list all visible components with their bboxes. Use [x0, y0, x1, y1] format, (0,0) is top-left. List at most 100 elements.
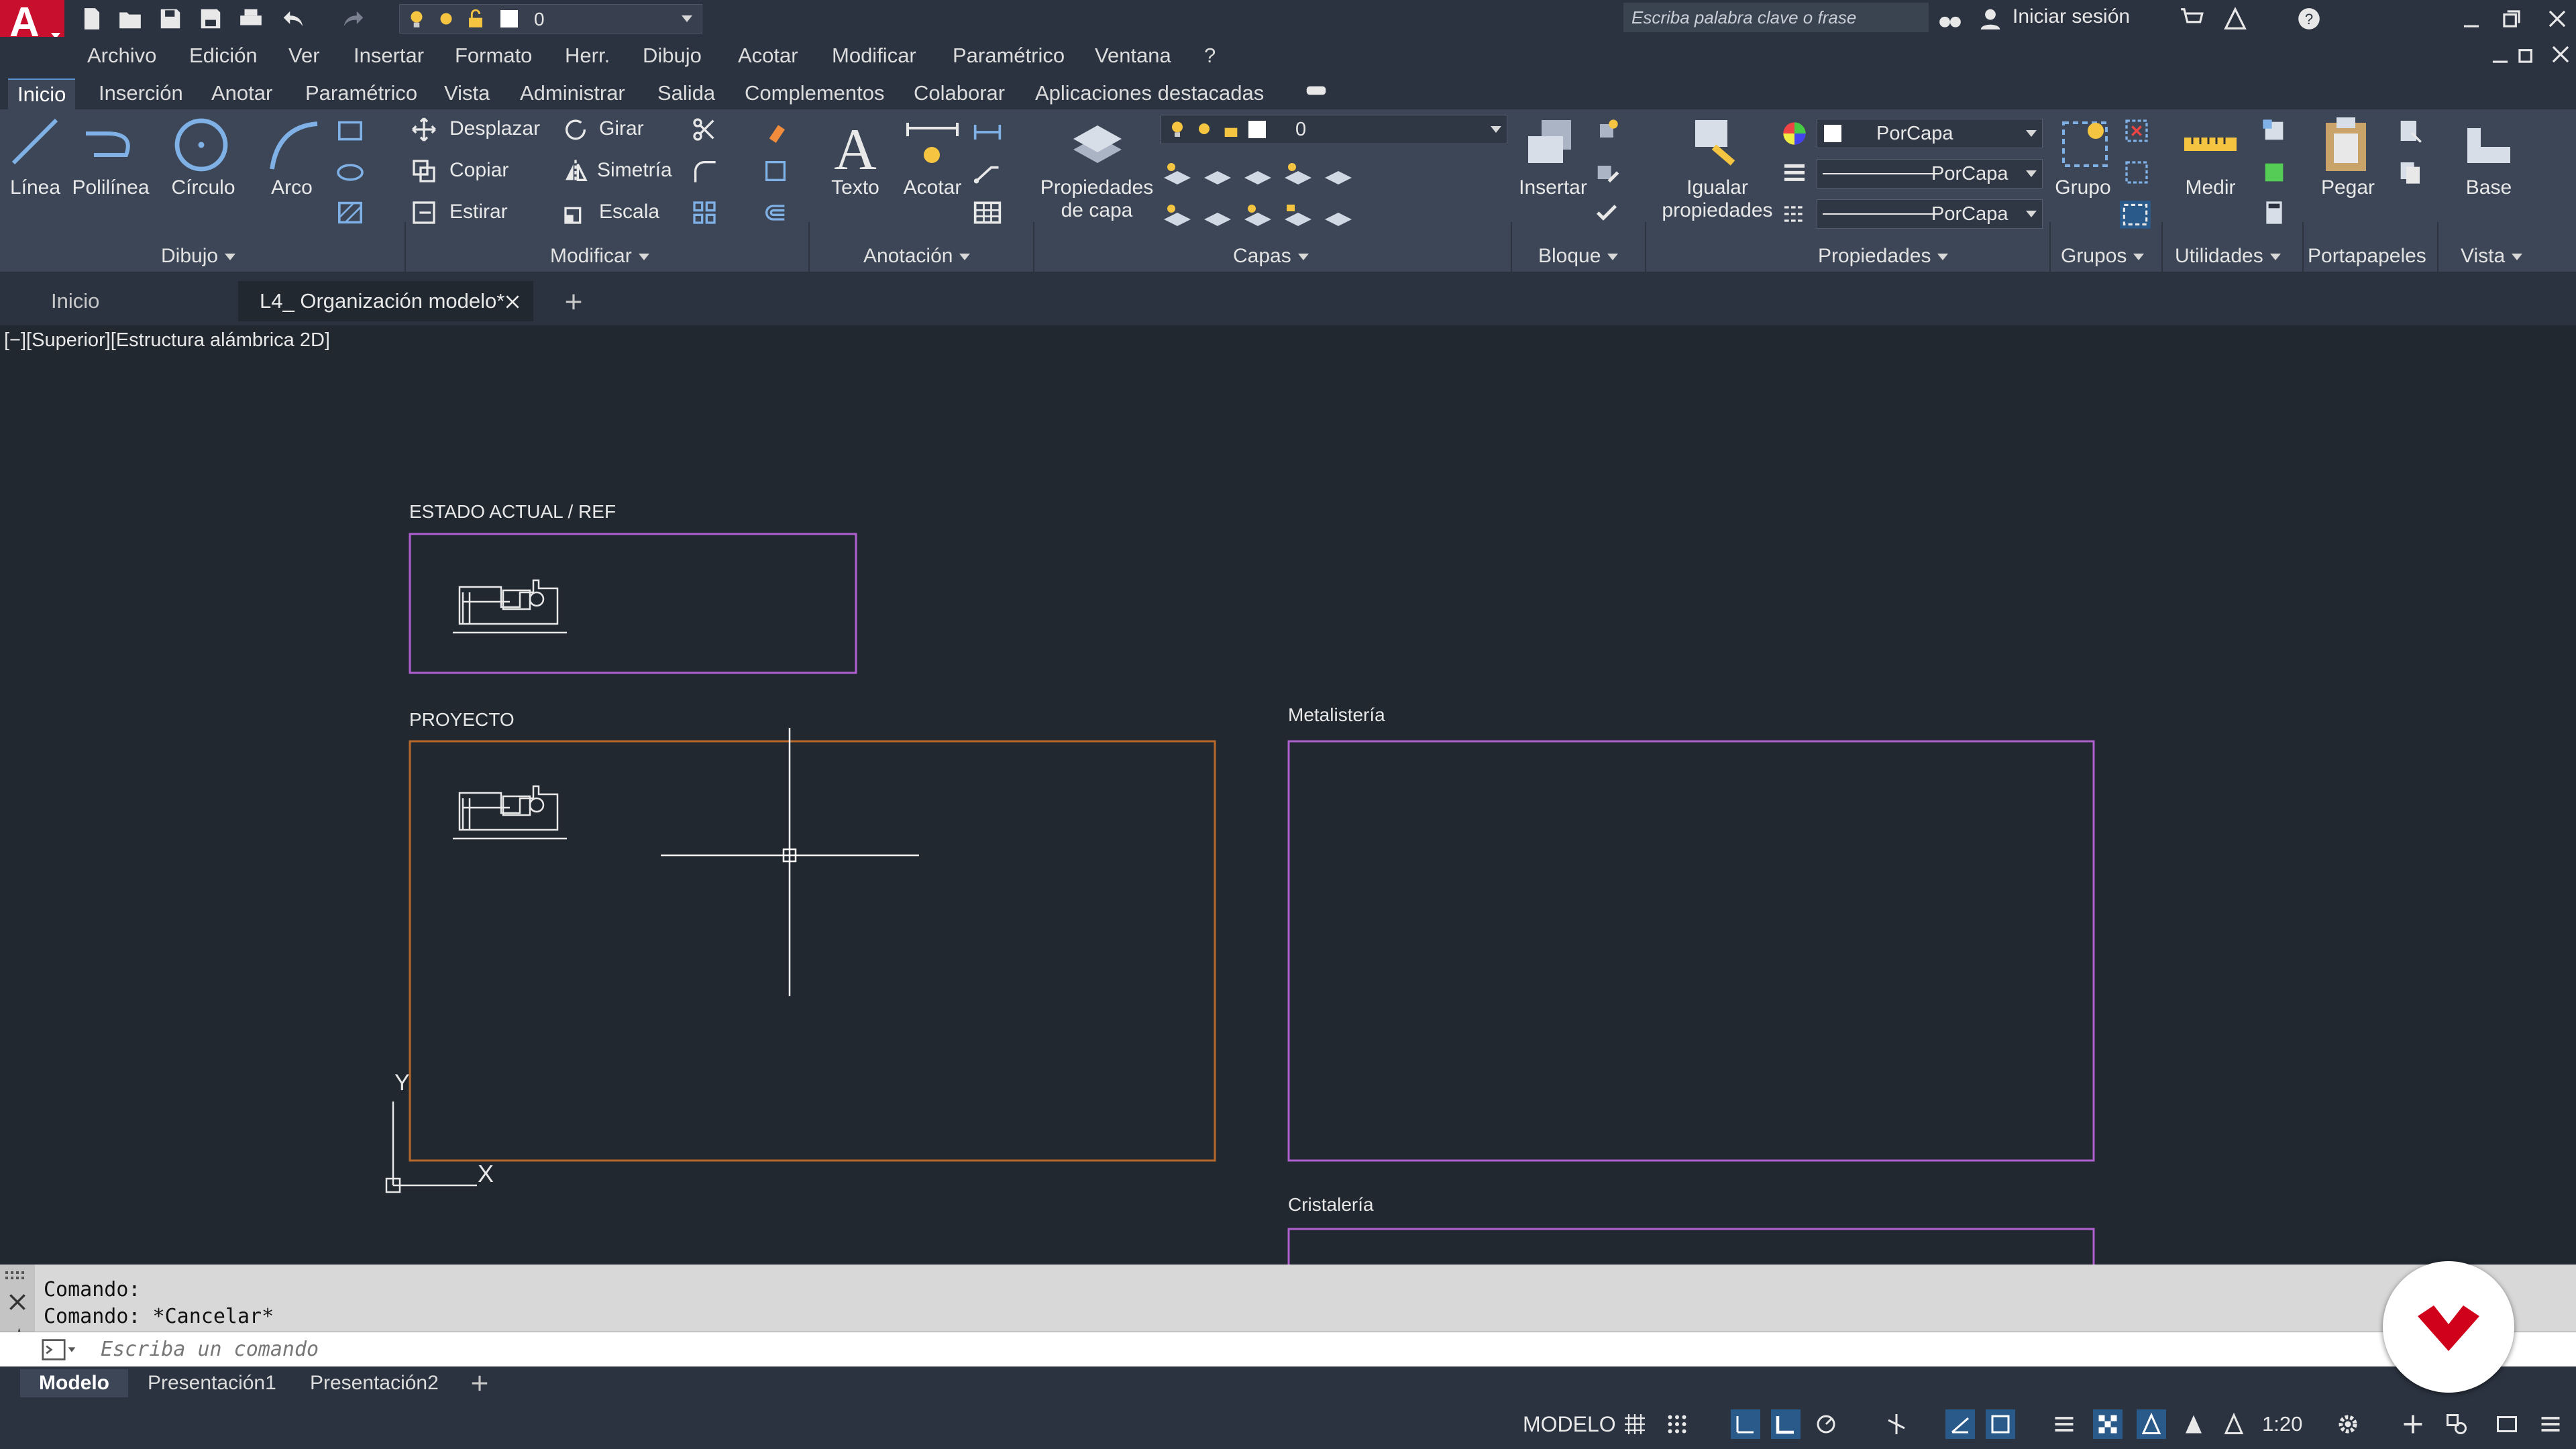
command-close-icon[interactable] — [7, 1291, 28, 1313]
copy-button[interactable]: Copiar — [449, 159, 508, 182]
layer-tools-row1-icon[interactable] — [1161, 158, 1368, 189]
move-button[interactable]: Desplazar — [449, 117, 540, 140]
tab-anotar[interactable]: Anotar — [211, 78, 272, 108]
cut-icon[interactable] — [2396, 117, 2423, 144]
isolate-objects-icon[interactable] — [2442, 1409, 2471, 1439]
create-block-icon[interactable] — [1593, 117, 1620, 144]
print-icon[interactable] — [236, 4, 266, 34]
fullscreen-icon[interactable] — [2492, 1409, 2522, 1439]
model-space-toggle[interactable]: MODELO — [1523, 1412, 1616, 1437]
tab-insercion[interactable]: Inserción — [99, 78, 183, 108]
hatch-icon[interactable] — [335, 201, 365, 225]
group-edit-icon[interactable] — [2123, 159, 2150, 186]
close-icon[interactable] — [2542, 4, 2572, 34]
menu-modificar[interactable]: Modificar — [832, 44, 916, 68]
id-point-icon[interactable] — [2261, 117, 2288, 144]
menu-ventana[interactable]: Ventana — [1095, 44, 1171, 68]
undo-icon[interactable] — [278, 4, 308, 34]
transparency-icon[interactable] — [2093, 1409, 2123, 1439]
tab-administrar[interactable]: Administrar — [520, 78, 625, 108]
rotate-button[interactable]: Girar — [599, 117, 644, 140]
drag-handle-icon[interactable] — [4, 1270, 31, 1281]
save-as-icon[interactable] — [196, 4, 225, 34]
customize-menu-icon[interactable] — [2536, 1409, 2565, 1439]
base-button[interactable]: Base — [2455, 176, 2522, 199]
tab-inicio[interactable]: Inicio — [8, 78, 76, 109]
save-icon[interactable] — [156, 4, 185, 34]
linetype-dropdown[interactable]: PorCapa — [1817, 199, 2043, 229]
layer-tools-row2-icon[interactable] — [1161, 199, 1368, 230]
plus-icon[interactable] — [2398, 1409, 2428, 1439]
signin-link[interactable]: Iniciar sesión — [2012, 5, 2130, 28]
scale-button[interactable]: Escala — [599, 201, 659, 223]
layer-dropdown[interactable]: 0 — [1161, 115, 1507, 144]
menu-help[interactable]: ? — [1204, 44, 1216, 68]
auto-scale-icon[interactable] — [2179, 1409, 2208, 1439]
snap-icon[interactable] — [1662, 1409, 1692, 1439]
quick-layer-dropdown[interactable]: 0 — [399, 4, 702, 34]
command-prompt-icon[interactable] — [42, 1338, 78, 1362]
annotation-scale-icon[interactable] — [2219, 1409, 2249, 1439]
doc-restore-icon[interactable] — [2512, 40, 2542, 69]
lineweight-dropdown[interactable]: PorCapa — [1817, 159, 2043, 189]
tab-close-icon[interactable] — [504, 293, 521, 311]
doc-tab-active[interactable]: L4_ Organización modelo* — [238, 281, 533, 321]
tab-vista[interactable]: Vista — [444, 78, 490, 108]
object-snap-icon[interactable] — [1986, 1409, 2015, 1439]
panel-title-portapapeles[interactable]: Portapapeles — [2308, 245, 2426, 268]
polyline-button[interactable]: Polilínea — [70, 176, 151, 199]
dimension-button[interactable]: Acotar — [899, 176, 966, 199]
erase-icon[interactable] — [765, 116, 792, 143]
menu-acotar[interactable]: Acotar — [738, 44, 798, 68]
menu-archivo[interactable]: Archivo — [87, 44, 156, 68]
panel-title-grupos[interactable]: Grupos — [2061, 245, 2145, 268]
restore-icon[interactable] — [2497, 4, 2526, 34]
polar-tracking-icon[interactable] — [1811, 1409, 1841, 1439]
fillet-icon[interactable] — [691, 158, 718, 184]
tab-colaborar[interactable]: Colaborar — [914, 78, 1005, 108]
rectangle-icon[interactable] — [335, 119, 365, 143]
binoculars-icon[interactable] — [1935, 4, 1965, 34]
lineweight-display-icon[interactable] — [2049, 1409, 2079, 1439]
search-input[interactable]: Escriba palabra clave o frase — [1623, 3, 1929, 32]
tab-salida[interactable]: Salida — [657, 78, 715, 108]
object-snap-tracking-icon[interactable] — [1945, 1409, 1975, 1439]
annotation-visibility-icon[interactable] — [2137, 1409, 2166, 1439]
arc-button[interactable]: Arco — [258, 176, 325, 199]
autodesk-a360-icon[interactable] — [2220, 4, 2250, 34]
cart-icon[interactable] — [2177, 4, 2206, 34]
isodraft-icon[interactable] — [1882, 1409, 1911, 1439]
user-icon[interactable] — [1976, 4, 2005, 34]
copy-clip-icon[interactable] — [2396, 159, 2423, 186]
annotation-scale-value[interactable]: 1:20 — [2262, 1412, 2302, 1436]
ortho-icon[interactable] — [1771, 1409, 1801, 1439]
stretch-button[interactable]: Estirar — [449, 201, 508, 223]
linear-dim-icon[interactable] — [973, 119, 1002, 146]
paste-button[interactable]: Pegar — [2311, 176, 2385, 199]
new-icon[interactable] — [77, 4, 107, 34]
menu-parametrico[interactable]: Paramétrico — [953, 44, 1065, 68]
infer-constraints-icon[interactable] — [1731, 1409, 1760, 1439]
layout-tab-modelo[interactable]: Modelo — [20, 1369, 128, 1397]
add-layout-icon[interactable] — [470, 1373, 490, 1393]
panel-title-dibujo[interactable]: Dibujo — [161, 245, 236, 268]
panel-title-vista[interactable]: Vista — [2461, 245, 2523, 268]
offset-icon[interactable] — [762, 199, 789, 226]
help-icon[interactable]: ? — [2294, 4, 2324, 34]
grid-icon[interactable] — [1620, 1409, 1650, 1439]
array-icon[interactable] — [762, 158, 789, 184]
quick-select-icon[interactable] — [2261, 159, 2288, 186]
menu-ver[interactable]: Ver — [288, 44, 320, 68]
tab-aplicaciones[interactable]: Aplicaciones destacadas — [1035, 78, 1264, 108]
panel-title-utilidades[interactable]: Utilidades — [2175, 245, 2281, 268]
open-icon[interactable] — [115, 4, 145, 34]
insert-button[interactable]: Insertar — [1513, 176, 1593, 199]
text-button[interactable]: Texto — [822, 176, 889, 199]
panel-title-bloque[interactable]: Bloque — [1538, 245, 1619, 268]
settings-gear-icon[interactable] — [2333, 1409, 2363, 1439]
layout-tab-presentacion2[interactable]: Presentación2 — [310, 1369, 439, 1397]
group-button[interactable]: Grupo — [2046, 176, 2120, 199]
leader-icon[interactable] — [973, 159, 1002, 186]
panel-title-anotacion[interactable]: Anotación — [863, 245, 971, 268]
table-icon[interactable] — [973, 199, 1002, 226]
